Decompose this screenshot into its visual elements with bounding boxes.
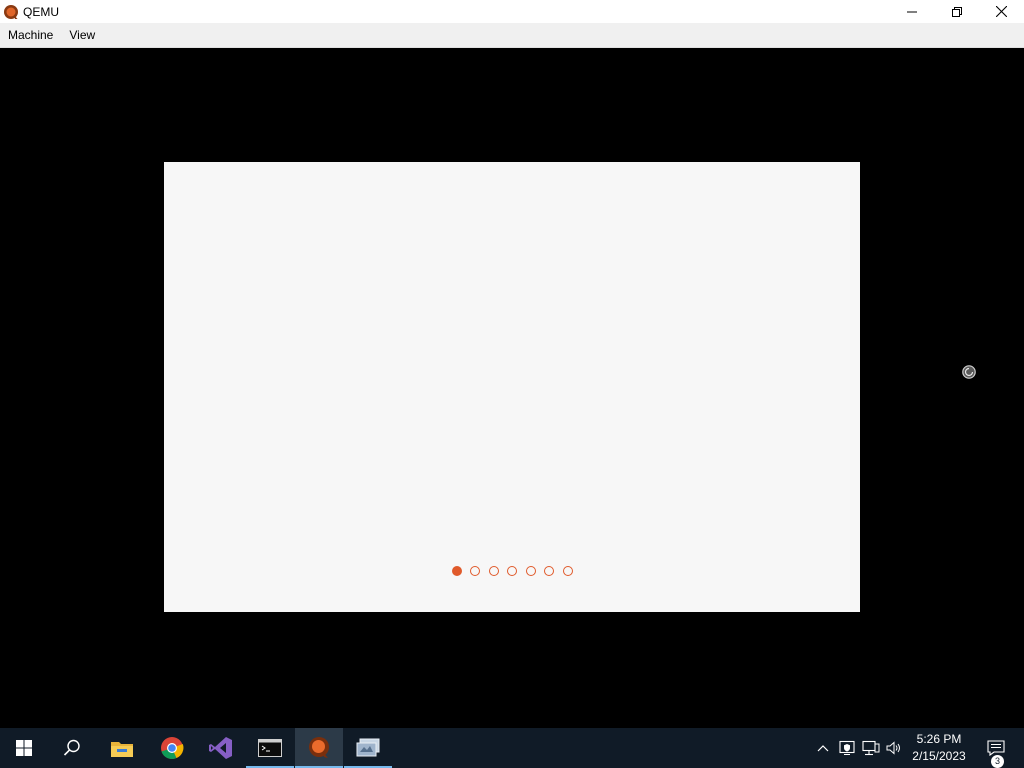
- pager-dot-3[interactable]: [488, 566, 499, 576]
- taskbar-file-explorer[interactable]: [98, 728, 146, 768]
- visual-studio-icon: [209, 737, 232, 759]
- taskbar-remote-desktop[interactable]: [344, 728, 392, 768]
- file-explorer-icon: [111, 742, 133, 757]
- restore-icon: [951, 6, 962, 17]
- show-hidden-icons-button[interactable]: [814, 728, 832, 768]
- taskbar: 5:26 PM 2/15/2023: [0, 728, 1024, 768]
- taskbar-clock[interactable]: 5:26 PM 2/15/2023: [906, 728, 972, 768]
- slide-pager: [164, 566, 860, 576]
- title-bar: QEMU: [0, 0, 1024, 23]
- restore-button[interactable]: [934, 0, 979, 23]
- tray-security[interactable]: [836, 728, 858, 768]
- close-icon: [996, 6, 1007, 17]
- pager-dot-5[interactable]: [525, 566, 536, 576]
- window-controls: [889, 0, 1024, 23]
- clock-time: 5:26 PM: [916, 732, 962, 746]
- volume-icon: [886, 741, 900, 755]
- menu-view[interactable]: View: [61, 23, 103, 47]
- qemu-icon: [3, 4, 19, 20]
- remote-desktop-icon: [356, 738, 380, 757]
- pager-dot-2[interactable]: [470, 566, 480, 576]
- minimize-icon: [906, 11, 917, 12]
- windows-start-icon: [16, 740, 32, 756]
- search-icon: [63, 739, 80, 756]
- window-title: QEMU: [23, 4, 59, 19]
- pager-dot-6[interactable]: [544, 566, 554, 576]
- search-button[interactable]: [48, 728, 96, 768]
- close-button[interactable]: [979, 0, 1024, 23]
- installer-slide-panel: [164, 162, 860, 612]
- tray-network[interactable]: [860, 728, 882, 768]
- start-button[interactable]: [0, 728, 48, 768]
- taskbar-terminal[interactable]: [246, 728, 294, 768]
- taskbar-qemu[interactable]: [295, 728, 343, 768]
- pager-dot-4[interactable]: [507, 566, 517, 576]
- security-icon: [839, 740, 855, 755]
- menu-machine[interactable]: Machine: [0, 23, 61, 47]
- notification-count-badge: 3: [991, 755, 1004, 768]
- taskbar-visual-studio[interactable]: [197, 728, 245, 768]
- chevron-up-icon: [817, 745, 829, 752]
- tray-volume[interactable]: [884, 728, 904, 768]
- chrome-icon: [161, 737, 184, 759]
- taskbar-chrome[interactable]: [148, 728, 196, 768]
- pager-dot-7[interactable]: [562, 566, 573, 576]
- qemu-icon: [309, 737, 329, 758]
- pager-dot-1[interactable]: [451, 566, 462, 576]
- network-icon: [862, 740, 880, 756]
- minimize-button[interactable]: [889, 0, 934, 23]
- notifications-icon: [987, 740, 1005, 756]
- menu-bar: Machine View: [0, 23, 1024, 48]
- busy-cursor-icon: [962, 365, 976, 379]
- clock-date: 2/15/2023: [912, 749, 966, 763]
- qemu-window: QEMU Machine View: [0, 0, 1024, 728]
- vm-display[interactable]: [0, 48, 1024, 728]
- terminal-icon: [258, 739, 282, 757]
